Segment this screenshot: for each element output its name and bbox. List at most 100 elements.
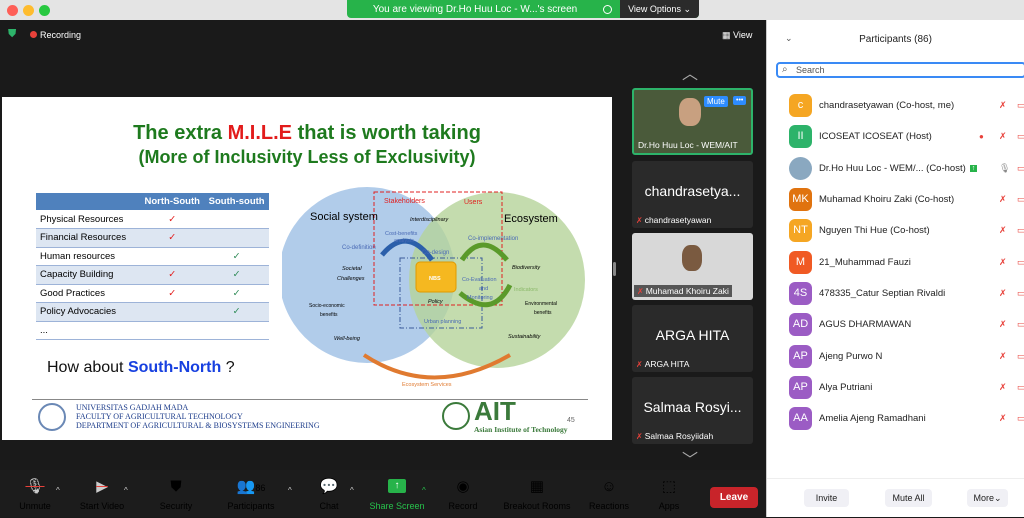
video-thumbnail[interactable]: Salmaa Rosyi... ✗ Salmaa Rosyiidah [632, 377, 753, 444]
muted-mic-icon[interactable]: ✗ [999, 257, 1007, 268]
participant-name: ICOSEAT ICOSEAT (Host) [819, 131, 932, 143]
muted-mic-icon[interactable]: ✗ [999, 382, 1007, 393]
shield-icon[interactable]: ⛊ [8, 28, 16, 41]
label: Well-being [334, 336, 361, 342]
security-button[interactable]: ⛊ Security [141, 476, 211, 511]
check-icon: ✓ [140, 210, 205, 229]
start-video-options-caret[interactable]: ^ [124, 486, 128, 495]
participant-item[interactable]: M 21_Muhammad Fauzi ✗ ▭ [767, 246, 1024, 277]
check-icon: ✓ [140, 265, 205, 285]
muted-mic-icon[interactable]: ✗ [999, 288, 1007, 299]
participant-item[interactable]: AP Ajeng Purwo N ✗ ▭ [767, 340, 1024, 371]
check-icon [140, 302, 205, 322]
share-screen-label: Share Screen [369, 501, 425, 511]
participant-item[interactable]: II ICOSEAT ICOSEAT (Host) ● ✗ ▭ [767, 121, 1024, 152]
avatar: NT [789, 219, 812, 243]
record-label: Record [448, 501, 478, 511]
participants-options-caret[interactable]: ^ [288, 486, 292, 495]
label: Monitoring [467, 295, 493, 301]
video-off-icon[interactable]: ▭ [1017, 100, 1024, 111]
unmute-options-caret[interactable]: ^ [56, 486, 60, 495]
maximize-window-button[interactable] [39, 5, 50, 16]
participant-item[interactable]: 4S 478335_Catur Septian Rivaldi ✗ ▭ [767, 278, 1024, 309]
video-thumbnail[interactable]: chandrasetya... ✗ chandrasetyawan [632, 161, 753, 228]
ugm-line: UNIVERSITAS GADJAH MADA [76, 403, 189, 412]
label: benefits [320, 312, 338, 318]
participant-item[interactable]: AP Alya Putriani ✗ ▭ [767, 372, 1024, 403]
label: Urban planning [424, 319, 461, 325]
participant-item[interactable]: Dr.Ho Huu Loc - WEM/... (Co-host) ↑ 🎙 ▭ [767, 153, 1024, 184]
muted-mic-icon[interactable]: ✗ [999, 413, 1007, 424]
avatar: II [789, 125, 812, 149]
label: Co-design [422, 250, 449, 256]
chat-options-caret[interactable]: ^ [350, 486, 354, 495]
mute-all-button[interactable]: Mute All [885, 489, 932, 507]
mute-participant-button[interactable]: Mute [704, 96, 728, 107]
security-label: Security [159, 501, 193, 511]
minimize-window-button[interactable] [23, 5, 34, 16]
apps-label: Apps [658, 501, 680, 511]
ait-wordmark: AIT [474, 396, 516, 426]
recording-indicator[interactable]: Recording [30, 30, 81, 40]
record-button[interactable]: ◉ Record [428, 476, 498, 511]
participant-item[interactable]: AD AGUS DHARMAWAN ✗ ▭ [767, 309, 1024, 340]
row-label: Policy Advocacies [36, 302, 141, 322]
video-off-icon[interactable]: ▭ [1017, 131, 1024, 142]
search-input[interactable]: ⌕ Search [776, 62, 1024, 78]
leave-button[interactable]: Leave [710, 487, 758, 508]
muted-mic-icon[interactable]: ✗ [999, 131, 1007, 142]
participant-item[interactable]: c chandrasetyawan (Co-host, me) ✗ ▭ [767, 90, 1024, 121]
breakout-rooms-button[interactable]: ▦ Breakout Rooms [502, 476, 572, 511]
invite-button[interactable]: Invite [804, 489, 849, 507]
video-off-icon[interactable]: ▭ [1017, 351, 1024, 362]
label: Societal [342, 266, 362, 272]
label: Socio-economic [309, 303, 345, 309]
row-label: Human resources [36, 247, 141, 266]
table-header: South-south [204, 193, 269, 210]
video-off-icon[interactable]: ▭ [1017, 225, 1024, 236]
video-thumbnail[interactable]: ARGA HITA ✗ ARGA HITA [632, 305, 753, 372]
participant-display-name: chandrasetya... [644, 183, 741, 199]
label: and [479, 286, 488, 292]
table-row: Policy Advocacies ✓ [36, 302, 269, 322]
video-off-icon[interactable]: ▭ [1017, 194, 1024, 205]
share-screen-options-caret[interactable]: ^ [422, 486, 426, 495]
video-off-icon[interactable]: ▭ [1017, 319, 1024, 330]
muted-mic-icon[interactable]: ✗ [999, 194, 1007, 205]
scroll-up-arrow[interactable]: ︿ [682, 60, 698, 84]
apps-button[interactable]: ⬚ Apps [634, 476, 704, 511]
video-off-icon[interactable]: ▭ [1017, 288, 1024, 299]
participant-item[interactable]: NT Nguyen Thi Hue (Co-host) ✗ ▭ [767, 215, 1024, 246]
more-button[interactable]: ••• [733, 96, 747, 105]
banner-text: You are viewing Dr.Ho Huu Loc - W...'s s… [372, 3, 578, 15]
video-off-icon[interactable]: ▭ [1017, 382, 1024, 393]
participant-item[interactable]: MK Muhamad Khoiru Zaki (Co-host) ✗ ▭ [767, 184, 1024, 215]
participant-name: Dr.Ho Huu Loc - WEM/AIT [638, 140, 738, 150]
participants-button[interactable]: 👥86 Participants [216, 476, 286, 511]
video-off-icon[interactable]: ▭ [1017, 413, 1024, 424]
muted-mic-icon: ✗ [636, 432, 643, 441]
more-button[interactable]: More⌄ [967, 489, 1008, 507]
splitter-handle[interactable] [613, 262, 616, 276]
recording-label: Recording [40, 30, 82, 40]
scroll-down-arrow[interactable]: ﹀ [682, 446, 698, 470]
view-button[interactable]: ▦ View [722, 30, 752, 41]
video-off-icon[interactable]: ▭ [1017, 257, 1024, 268]
video-off-icon[interactable]: ▭ [1017, 163, 1024, 174]
muted-mic-icon[interactable]: ✗ [999, 100, 1007, 111]
ugm-logo [38, 403, 66, 431]
muted-mic-icon[interactable]: ✗ [999, 225, 1007, 236]
label: Ecosystem Services [402, 382, 452, 388]
row-label: Capacity Building [36, 265, 141, 285]
mic-icon[interactable]: 🎙 [999, 163, 1010, 174]
table-row: Capacity Building ✓ ✓ [36, 265, 269, 285]
check-icon: ✓ [204, 302, 269, 322]
close-window-button[interactable] [7, 5, 18, 16]
video-thumbnail[interactable]: Mute ••• Dr.Ho Huu Loc - WEM/AIT [632, 88, 753, 155]
participant-item[interactable]: AA Amelia Ajeng Ramadhani ✗ ▭ [767, 403, 1024, 434]
label: Stakeholders [384, 198, 425, 205]
muted-mic-icon[interactable]: ✗ [999, 319, 1007, 330]
video-thumbnail[interactable]: ✗ Muhamad Khoiru Zaki [632, 233, 753, 300]
view-options-button[interactable]: View Options ⌄ [620, 0, 699, 18]
muted-mic-icon[interactable]: ✗ [999, 351, 1007, 362]
